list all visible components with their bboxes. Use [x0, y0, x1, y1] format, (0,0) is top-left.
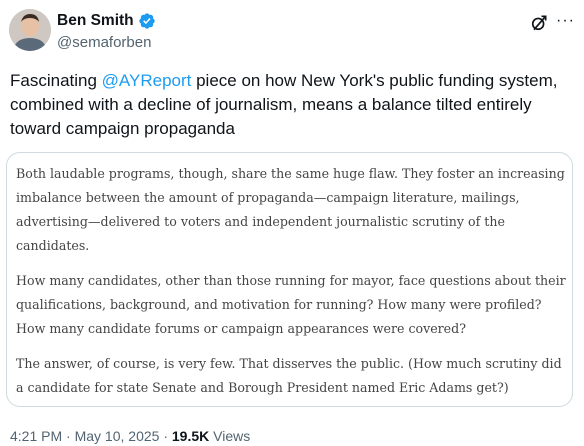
author-name[interactable]: Ben Smith	[57, 12, 134, 30]
quote-image-card[interactable]: Both laudable programs, though, share th…	[6, 152, 573, 407]
meta-separator: ·	[62, 428, 75, 444]
tweet-time[interactable]: 4:21 PM	[10, 428, 62, 444]
verified-badge-icon[interactable]	[138, 12, 156, 30]
tweet-text: Fascinating @AYReport piece on how New Y…	[10, 69, 578, 141]
tweet-meta: 4:21 PM · May 10, 2025 · 19.5K Views	[10, 428, 250, 444]
grok-icon[interactable]	[529, 13, 549, 33]
avatar[interactable]	[9, 9, 51, 51]
quote-paragraph-2: How many candidates, other than those ru…	[16, 273, 566, 336]
views-count[interactable]: 19.5K	[172, 428, 209, 444]
avatar-photo	[9, 9, 51, 51]
author-handle[interactable]: @semaforben	[57, 34, 151, 51]
tweet-text-before: Fascinating	[10, 71, 102, 90]
quote-paragraph-3: The answer, of course, is very few. That…	[16, 356, 562, 395]
more-options-icon[interactable]: ···	[556, 13, 575, 29]
quote-paragraph-1: Both laudable programs, though, share th…	[16, 166, 565, 253]
mention-link[interactable]: @AYReport	[102, 71, 192, 90]
author-name-row: Ben Smith	[57, 12, 156, 30]
quote-image-text: Both laudable programs, though, share th…	[16, 162, 566, 411]
meta-separator: ·	[159, 428, 172, 444]
tweet-date[interactable]: May 10, 2025	[75, 428, 160, 444]
views-label: Views	[209, 428, 251, 444]
